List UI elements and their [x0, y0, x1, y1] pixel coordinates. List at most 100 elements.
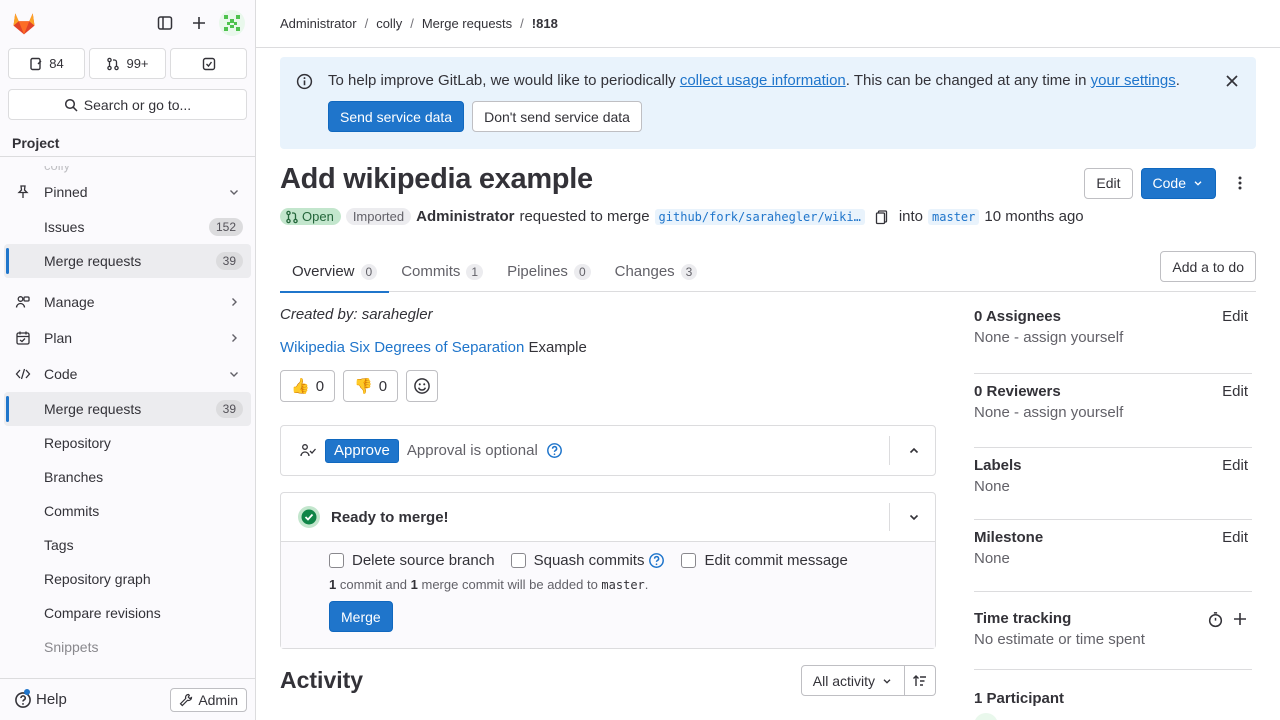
gitlab-logo-icon[interactable]: [10, 9, 38, 37]
participants-block: 1 Participant: [974, 670, 1252, 720]
nav-code-mr-count: 39: [215, 400, 243, 418]
tab-pipelines[interactable]: Pipelines 0: [495, 251, 603, 292]
help-button[interactable]: Help: [8, 688, 73, 709]
chevron-up-icon[interactable]: [907, 444, 921, 458]
todos-button[interactable]: [170, 48, 247, 79]
merge-requests-count-button[interactable]: 99+: [89, 48, 166, 79]
right-sidebar: 0 Assignees Edit None - assign yourself …: [974, 300, 1252, 720]
close-icon[interactable]: [1224, 73, 1240, 89]
breadcrumb-administrator[interactable]: Administrator: [280, 16, 357, 31]
search-label: Search or go to...: [83, 96, 192, 113]
search-button[interactable]: Search or go to...: [8, 89, 247, 120]
reviewers-value[interactable]: None - assign yourself: [974, 404, 1252, 421]
thumbs-down-button[interactable]: 👎 0: [343, 370, 399, 402]
code-dropdown-button[interactable]: Code: [1140, 167, 1216, 199]
mr-requested-text: requested to merge: [519, 208, 650, 225]
labels-edit-button[interactable]: Edit: [1222, 457, 1248, 474]
tab-pipelines-count: 0: [573, 263, 591, 280]
project-name-ghost: colly: [0, 166, 255, 174]
context-label: Project: [0, 129, 255, 157]
nav-plan[interactable]: Plan: [4, 320, 251, 356]
description-text: Wikipedia Six Degrees of Separation Exam…: [280, 339, 587, 356]
checkbox[interactable]: [329, 553, 344, 568]
timer-icon[interactable]: [1207, 611, 1224, 628]
user-avatar[interactable]: [219, 10, 245, 36]
sidebar-toggle-icon[interactable]: [151, 9, 179, 37]
thumbs-up-button[interactable]: 👍 0: [280, 370, 336, 402]
source-branch[interactable]: github/fork/sarahegler/wiki…: [654, 208, 865, 225]
mr-time: 10 months ago: [984, 208, 1084, 225]
plus-icon[interactable]: [185, 9, 213, 37]
breadcrumb-merge-requests[interactable]: Merge requests: [422, 16, 512, 31]
nav-code-label: Code: [44, 366, 78, 382]
edit-commit-message-checkbox[interactable]: Edit commit message: [681, 552, 848, 569]
assignees-value[interactable]: None - assign yourself: [974, 329, 1252, 346]
nav-repository-graph[interactable]: Repository graph: [4, 562, 251, 596]
wikipedia-link[interactable]: Wikipedia Six Degrees of Separation: [280, 339, 524, 356]
nav-compare-revisions[interactable]: Compare revisions: [4, 596, 251, 630]
send-service-data-button[interactable]: Send service data: [328, 101, 465, 132]
add-todo-button[interactable]: Add a to do: [1160, 251, 1256, 282]
calendar-icon: [14, 329, 32, 347]
tab-pipelines-label: Pipelines: [507, 263, 568, 280]
nav-tags[interactable]: Tags: [4, 528, 251, 562]
merge-button[interactable]: Merge: [329, 601, 393, 632]
approve-button[interactable]: Approve: [325, 438, 399, 463]
add-reaction-button[interactable]: [406, 370, 439, 402]
help-circle-icon[interactable]: [546, 442, 563, 459]
reviewers-edit-button[interactable]: Edit: [1222, 383, 1248, 400]
checkbox[interactable]: [681, 553, 697, 568]
merge-widget-header: Ready to merge!: [281, 493, 935, 542]
tab-overview[interactable]: Overview 0: [280, 251, 390, 293]
sidebar: 84 99+ Search or go to... Project colly …: [0, 0, 256, 720]
dont-send-service-data-button[interactable]: Don't send service data: [472, 101, 642, 132]
search-icon: [64, 98, 78, 112]
nav-manage[interactable]: Manage: [4, 284, 251, 320]
pin-icon: [14, 183, 32, 201]
more-actions-icon[interactable]: [1224, 167, 1256, 199]
nav-pinned-merge-requests[interactable]: Merge requests 39: [4, 244, 251, 278]
approval-text: Approval is optional: [406, 442, 538, 459]
nav-snippets[interactable]: Snippets: [4, 630, 251, 664]
nav-commits[interactable]: Commits: [4, 494, 251, 528]
mr-author[interactable]: Administrator: [416, 208, 514, 225]
reactions: 👍 0 👎 0: [280, 370, 936, 402]
issues-count-button[interactable]: 84: [8, 48, 85, 79]
delete-source-branch-checkbox[interactable]: Delete source branch: [329, 552, 495, 569]
nav-pinned[interactable]: Pinned: [4, 174, 251, 210]
nav-code[interactable]: Code: [4, 356, 251, 392]
chevron-right-icon: [232, 298, 237, 306]
target-branch[interactable]: master: [928, 208, 980, 225]
milestone-value: None: [974, 550, 1010, 567]
admin-label: Admin: [198, 691, 238, 708]
participant-avatar[interactable]: [974, 713, 998, 720]
help-circle-icon[interactable]: [648, 552, 665, 569]
checkbox[interactable]: [510, 553, 526, 568]
assignees-edit-button[interactable]: Edit: [1222, 308, 1248, 325]
assignees-label: 0 Assignees: [974, 308, 1061, 325]
nav-pinned-issues[interactable]: Issues 152: [4, 210, 251, 244]
nav-repository[interactable]: Repository: [4, 426, 251, 460]
sidebar-header: [0, 0, 255, 46]
squash-commits-checkbox[interactable]: Squash commits: [510, 552, 666, 569]
breadcrumb-project[interactable]: colly: [376, 16, 402, 31]
chevron-down-icon[interactable]: [907, 510, 921, 524]
your-settings-link[interactable]: your settings: [1091, 72, 1176, 89]
merge-widget-body: Delete source branch Squash commits Edit…: [281, 542, 935, 648]
tab-commits[interactable]: Commits 1: [389, 251, 495, 292]
admin-button[interactable]: Admin: [170, 687, 247, 712]
merge-request-icon: [107, 57, 120, 70]
breadcrumb-separator: /: [410, 16, 414, 31]
activity-filter-dropdown[interactable]: All activity: [800, 665, 905, 696]
tab-changes[interactable]: Changes 3: [603, 251, 710, 292]
milestone-edit-button[interactable]: Edit: [1222, 529, 1248, 546]
edit-mr-button[interactable]: Edit: [1084, 167, 1133, 199]
nav-branches[interactable]: Branches: [4, 460, 251, 494]
plus-icon[interactable]: [1232, 611, 1248, 627]
breadcrumb-mr-id[interactable]: !818: [532, 16, 558, 31]
chevron-right-icon: [232, 334, 237, 342]
nav-code-merge-requests[interactable]: Merge requests 39: [4, 392, 251, 426]
copy-icon[interactable]: [874, 209, 890, 225]
collect-usage-link[interactable]: collect usage information: [680, 72, 846, 89]
sort-direction-button[interactable]: [905, 665, 936, 696]
